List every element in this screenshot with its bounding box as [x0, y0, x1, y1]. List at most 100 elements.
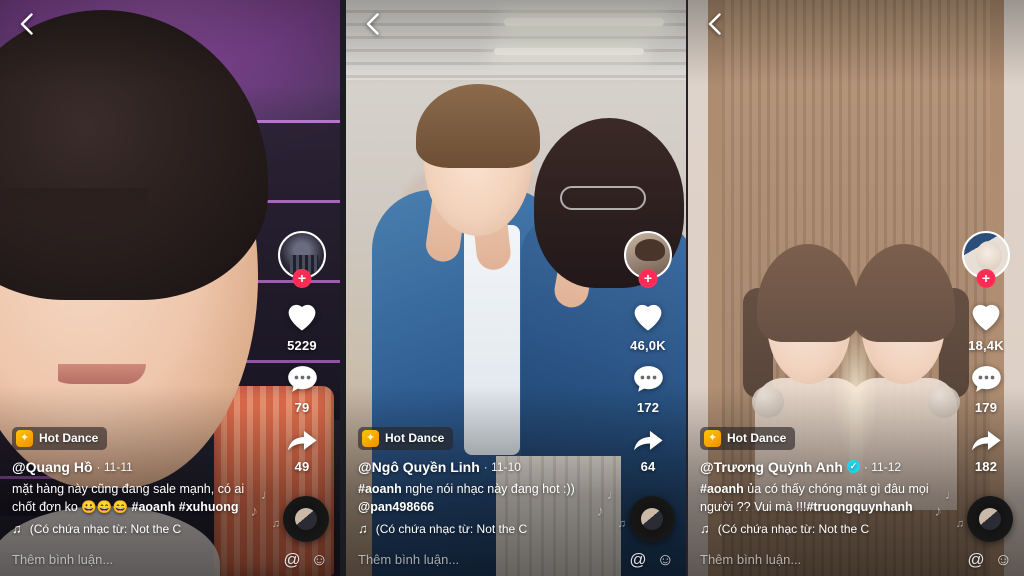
speech-bubble-icon — [632, 363, 665, 399]
description-text: nghe nói nhạc này đang hot :)) — [401, 481, 575, 496]
video-description: mặt hàng này cũng đang sale mạnh, có ai … — [12, 480, 264, 516]
author-row[interactable]: @Ngô Quyền Linh · 11-10 — [358, 459, 610, 475]
scene-lamp-b — [494, 48, 644, 55]
music-title: (Có chứa nhạc từ: Not the C — [375, 521, 528, 536]
like-button[interactable]: 18,4K — [968, 301, 1004, 353]
comment-button[interactable]: 179 — [970, 363, 1003, 415]
music-row[interactable]: ♫ (Có chứa nhạc từ: Not the C — [700, 521, 952, 536]
like-button[interactable]: 46,0K — [630, 301, 666, 353]
badge-label: Hot Dance — [727, 431, 787, 446]
emoji-icon[interactable]: ☺ — [311, 551, 328, 568]
share-button[interactable]: 49 — [285, 425, 319, 474]
share-button[interactable]: 182 — [969, 425, 1003, 474]
share-arrow-icon — [631, 425, 665, 458]
description-mention[interactable]: @pan498666 — [358, 500, 434, 514]
like-count: 46,0K — [630, 338, 666, 353]
music-note-icon-float-c: ♫ — [617, 518, 626, 530]
description-hashtags[interactable]: #truongquynhanh — [806, 500, 912, 514]
music-disc-button[interactable] — [967, 496, 1013, 542]
video-panel-2[interactable]: + 46,0K 172 64 ♪ ♩ ♫ ✦ Hot Dance @Ngô Qu… — [346, 0, 686, 576]
comment-button[interactable]: 79 — [286, 363, 319, 415]
chevron-left-icon — [20, 13, 33, 35]
mention-icon[interactable]: @ — [283, 551, 300, 568]
caption-block-2: ✦ Hot Dance @Ngô Quyền Linh · 11-10 #aoa… — [358, 426, 610, 536]
author-avatar-button[interactable]: + — [278, 231, 326, 288]
video-description: #aoanh nghe nói nhạc này đang hot :)) @p… — [358, 480, 610, 516]
mention-icon[interactable]: @ — [967, 551, 984, 568]
comment-input-placeholder[interactable]: Thêm bình luận... — [12, 552, 273, 567]
hot-dance-badge[interactable]: ✦ Hot Dance — [700, 426, 796, 450]
music-row[interactable]: ♫ (Có chứa nhạc từ: Not the C — [12, 521, 264, 536]
follow-plus-icon[interactable]: + — [976, 269, 996, 288]
share-count: 64 — [640, 459, 656, 474]
badge-label: Hot Dance — [385, 431, 445, 446]
heart-icon — [631, 301, 665, 337]
comment-count: 172 — [636, 400, 660, 415]
scene-hair — [0, 10, 268, 300]
badge-label: Hot Dance — [39, 431, 99, 446]
speech-bubble-icon — [970, 363, 1003, 399]
hot-dance-badge[interactable]: ✦ Hot Dance — [358, 426, 454, 450]
follow-plus-icon[interactable]: + — [292, 269, 312, 288]
caption-block-3: ✦ Hot Dance @Trương Quỳnh Anh ✓ · 11-12 … — [700, 426, 952, 536]
back-button[interactable] — [699, 9, 729, 39]
description-hashtag-lead[interactable]: #aoanh — [358, 482, 402, 496]
follow-plus-icon[interactable]: + — [638, 269, 658, 288]
hot-dance-badge[interactable]: ✦ Hot Dance — [12, 426, 108, 450]
verified-badge-icon: ✓ — [846, 460, 860, 474]
music-cover-art — [295, 508, 317, 530]
like-count: 18,4K — [968, 338, 1004, 353]
heart-icon — [285, 301, 319, 337]
post-date: · 11-11 — [96, 459, 133, 474]
action-rail-3: + 18,4K 179 182 — [956, 231, 1016, 484]
chevron-left-icon — [366, 13, 379, 35]
emoji-icon[interactable]: ☺ — [657, 551, 674, 568]
comment-button[interactable]: 172 — [632, 363, 665, 415]
music-cover-art — [979, 508, 1001, 530]
share-count: 49 — [294, 459, 310, 474]
description-hashtag-lead[interactable]: #aoanh — [700, 482, 744, 496]
sparkle-icon: ✦ — [362, 429, 379, 447]
description-hashtags[interactable]: #aoanh #xuhuong — [132, 500, 239, 514]
comment-bar-2[interactable]: Thêm bình luận... @ ☺ — [346, 542, 686, 576]
back-button[interactable] — [357, 9, 387, 39]
music-disc-button[interactable] — [283, 496, 329, 542]
share-arrow-icon — [285, 425, 319, 458]
comment-bar-3[interactable]: Thêm bình luận... @ ☺ — [688, 542, 1024, 576]
music-cover-art — [641, 508, 663, 530]
author-row[interactable]: @Quang Hồ · 11-11 — [12, 459, 264, 475]
music-title: (Có chứa nhạc từ: Not the C — [29, 521, 182, 536]
speech-bubble-icon — [286, 363, 319, 399]
music-note-icon: ♫ — [700, 521, 710, 536]
sparkle-icon: ✦ — [16, 429, 33, 447]
author-handle: @Trương Quỳnh Anh — [700, 458, 843, 475]
author-handle: @Ngô Quyền Linh — [358, 458, 480, 475]
comment-input-placeholder[interactable]: Thêm bình luận... — [358, 552, 619, 567]
scene-lamp-a — [504, 18, 664, 26]
mention-icon[interactable]: @ — [629, 551, 646, 568]
author-row[interactable]: @Trương Quỳnh Anh ✓ · 11-12 — [700, 459, 952, 475]
back-button[interactable] — [11, 9, 41, 39]
comment-count: 79 — [294, 400, 310, 415]
comment-bar-1[interactable]: Thêm bình luận... @ ☺ — [0, 542, 340, 576]
video-feed-comparison: + 5229 79 49 ♪ ♩ ♫ ✦ Hot Dance @Quang Hồ… — [0, 0, 1024, 576]
like-button[interactable]: 5229 — [285, 301, 319, 353]
chevron-left-icon — [708, 13, 721, 35]
scene-ceiling — [346, 0, 686, 80]
share-count: 182 — [974, 459, 998, 474]
share-button[interactable]: 64 — [631, 425, 665, 474]
video-panel-1[interactable]: + 5229 79 49 ♪ ♩ ♫ ✦ Hot Dance @Quang Hồ… — [0, 0, 340, 576]
comment-input-placeholder[interactable]: Thêm bình luận... — [700, 552, 957, 567]
action-rail-2: + 46,0K 172 64 — [618, 231, 678, 484]
author-avatar-button[interactable]: + — [624, 231, 672, 288]
post-date: · 11-10 — [483, 459, 521, 474]
emoji-icon[interactable]: ☺ — [995, 551, 1012, 568]
video-panel-3[interactable]: + 18,4K 179 182 ♪ ♩ ♫ ✦ Hot Dance @Trươn… — [688, 0, 1024, 576]
music-note-icon-float-c: ♫ — [271, 518, 280, 530]
music-disc-button[interactable] — [629, 496, 675, 542]
comment-count: 179 — [974, 400, 998, 415]
scene-mouth — [58, 364, 146, 384]
author-avatar-button[interactable]: + — [962, 231, 1010, 288]
music-note-icon-float-c: ♫ — [955, 518, 964, 530]
music-row[interactable]: ♫ (Có chứa nhạc từ: Not the C — [358, 521, 610, 536]
